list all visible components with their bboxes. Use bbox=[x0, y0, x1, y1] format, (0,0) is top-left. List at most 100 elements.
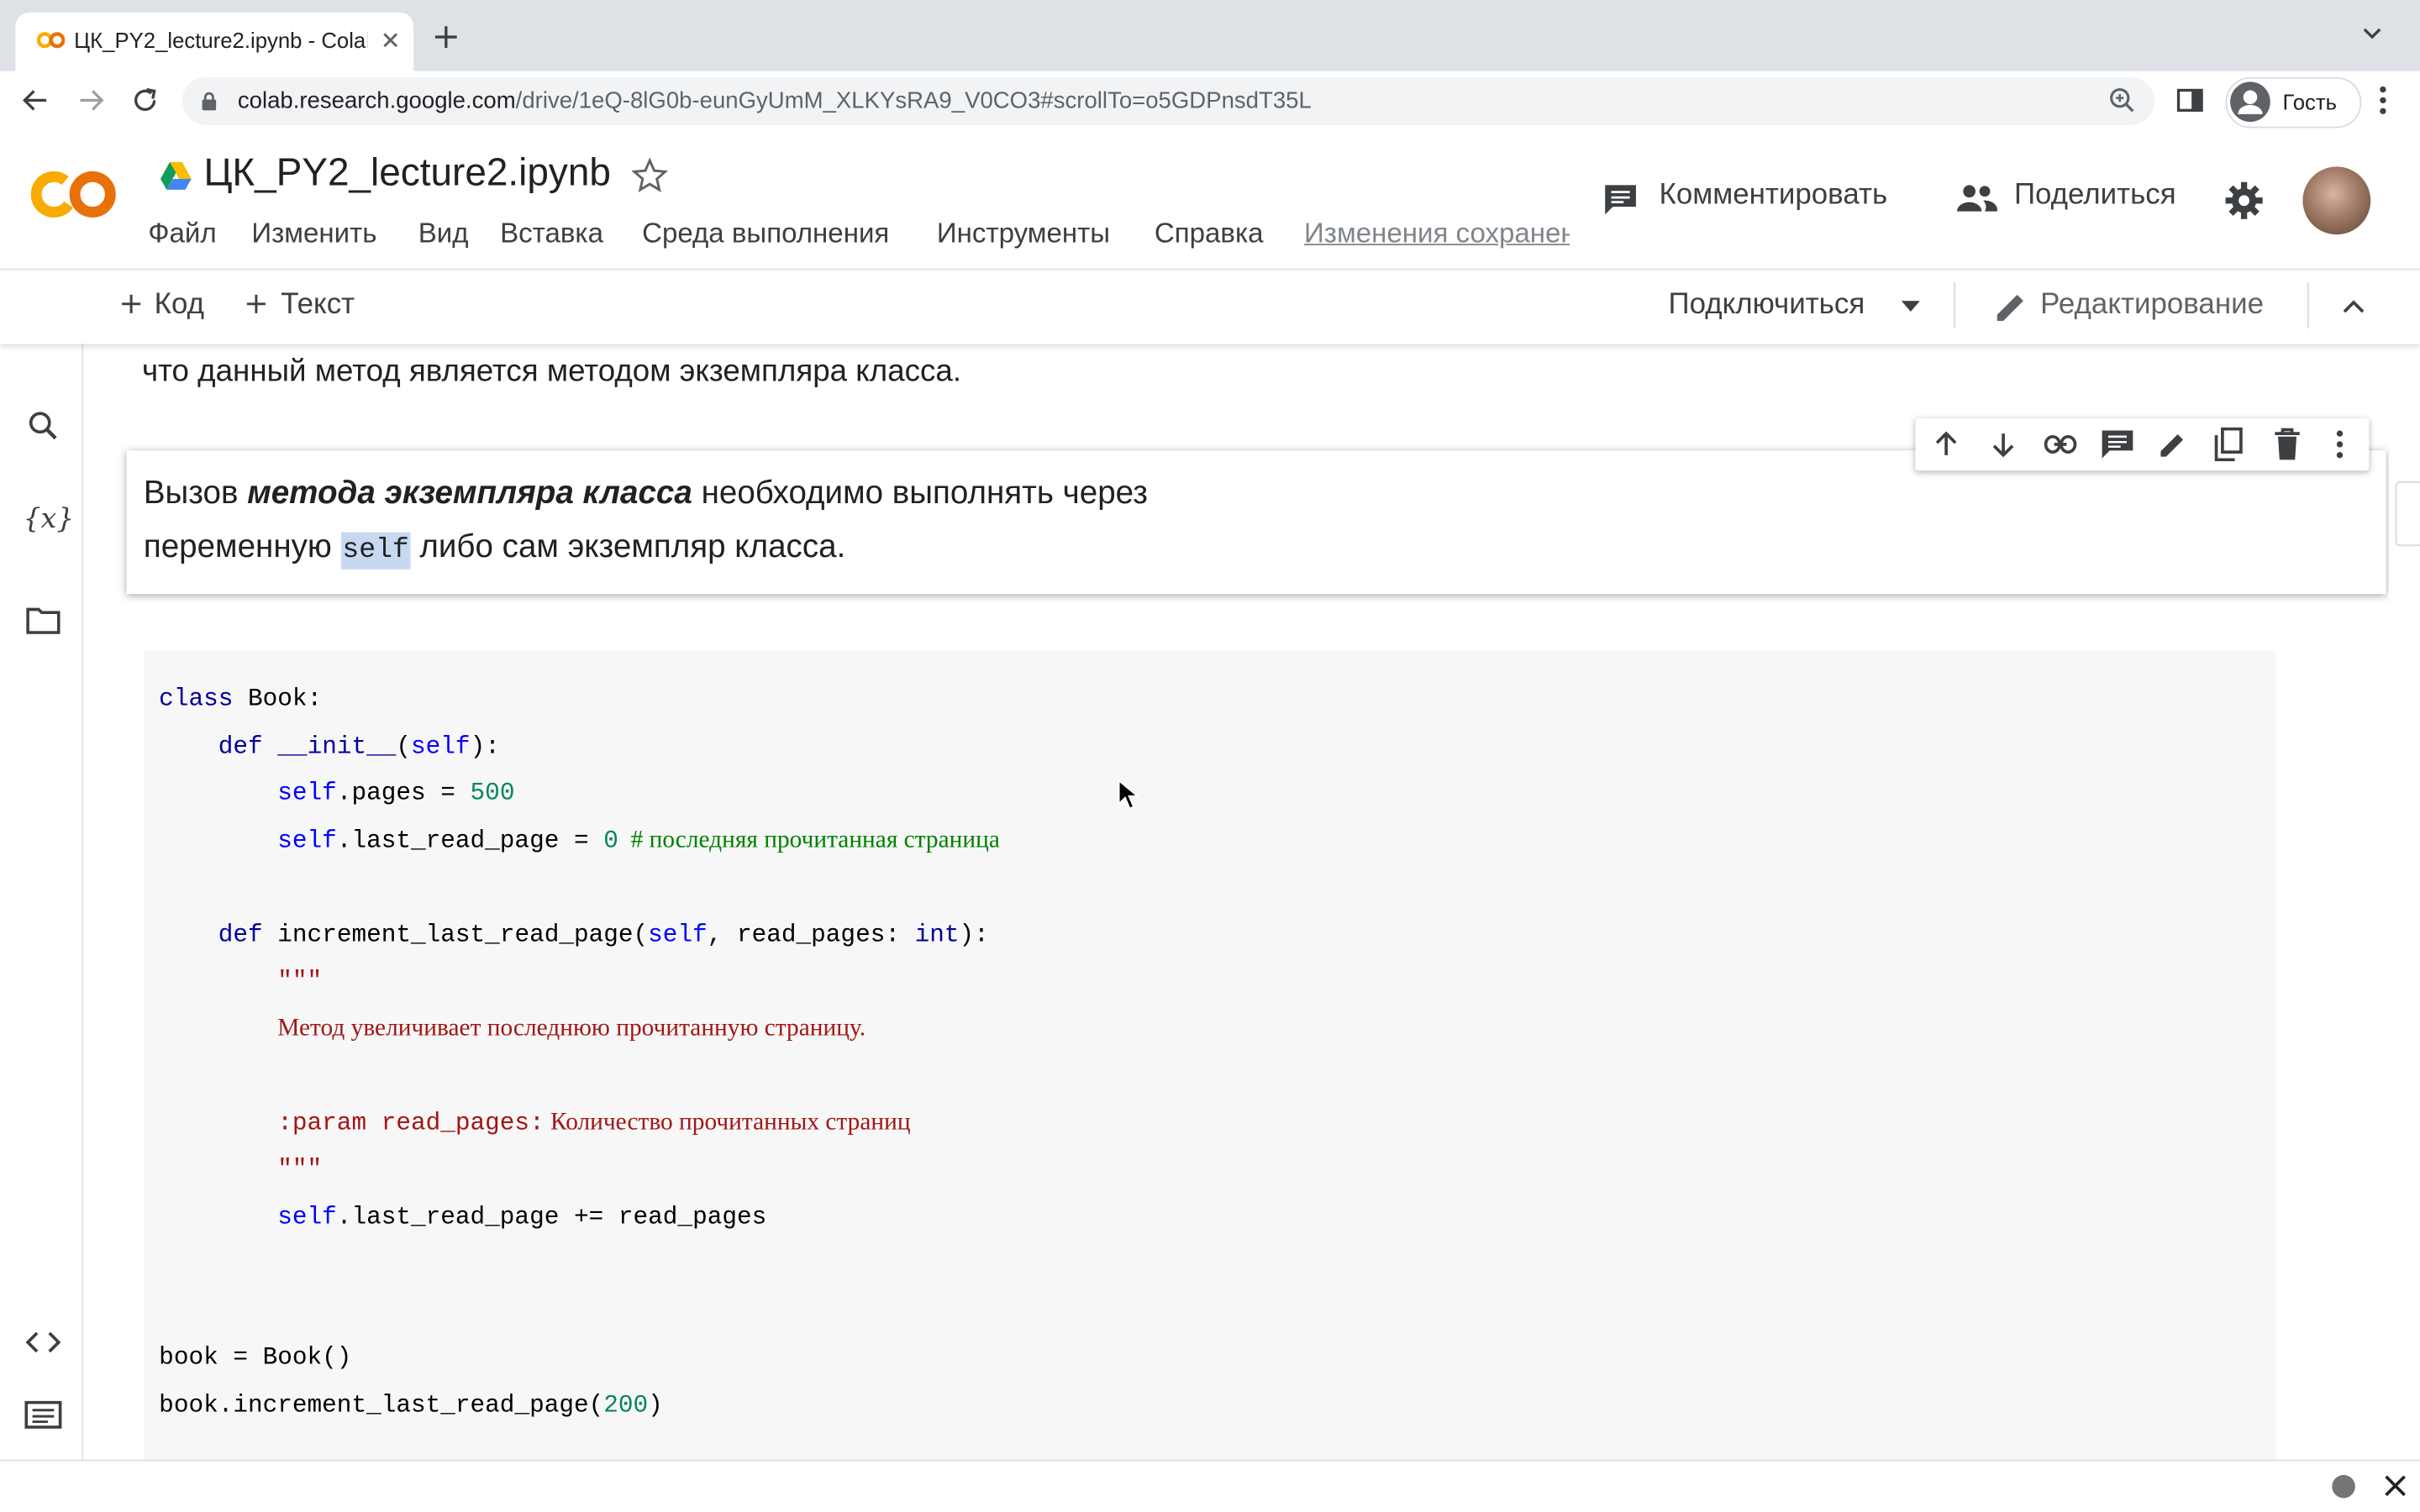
notebook-toolbar: Код Текст Подключиться Редактирование bbox=[0, 268, 2420, 344]
colab-logo[interactable] bbox=[30, 166, 118, 222]
move-cell-up-icon[interactable] bbox=[1931, 429, 1962, 460]
close-status-icon[interactable] bbox=[2385, 1475, 2407, 1497]
address-bar[interactable]: colab.research.google.com/drive/1eQ-8lG0… bbox=[182, 76, 2155, 125]
add-text-button[interactable]: Текст bbox=[281, 288, 355, 322]
left-sidebar: {x} bbox=[0, 268, 84, 1460]
connect-button[interactable]: Подключиться bbox=[1669, 288, 1865, 322]
code-line: book = Book() bbox=[159, 1344, 351, 1372]
code-line: class Book: bbox=[159, 685, 322, 713]
settings-gear-icon[interactable] bbox=[2224, 181, 2265, 221]
user-avatar[interactable] bbox=[2302, 166, 2371, 235]
code-token: self bbox=[277, 827, 337, 855]
scrollbar-thumb[interactable] bbox=[2395, 481, 2420, 547]
code-token: ): bbox=[959, 921, 989, 949]
profile-avatar-icon bbox=[2230, 81, 2270, 123]
mouse-cursor-icon bbox=[1118, 779, 1139, 811]
text-span: переменную bbox=[143, 529, 341, 565]
connect-dropdown-icon[interactable] bbox=[1901, 301, 1920, 312]
add-code-plus-icon bbox=[120, 293, 142, 315]
url-path: /drive/1eQ-8lG0b-eunGyUmM_XLKYsRA9_V0CO3… bbox=[515, 87, 1312, 114]
editing-mode-button[interactable]: Редактирование bbox=[2040, 288, 2264, 322]
lock-icon bbox=[201, 91, 218, 111]
code-token: int bbox=[914, 921, 960, 949]
delete-trash-icon[interactable] bbox=[2274, 428, 2302, 461]
code-comment: # последняя прочитанная страница bbox=[618, 827, 1000, 853]
tab-close-icon[interactable] bbox=[380, 29, 402, 51]
text-cell-line-1: Вызов метода экземпляра класса необходим… bbox=[144, 475, 1148, 512]
edit-pencil-icon[interactable] bbox=[2158, 429, 2189, 460]
search-icon[interactable] bbox=[28, 411, 59, 442]
menu-insert[interactable]: Вставка bbox=[500, 218, 603, 250]
code-cell[interactable]: class Book: def __init__(self): self.pag… bbox=[143, 651, 2277, 1460]
google-drive-icon[interactable] bbox=[159, 160, 192, 192]
code-token: self bbox=[648, 921, 708, 949]
menu-runtime[interactable]: Среда выполнения bbox=[642, 218, 889, 250]
add-comment-icon[interactable] bbox=[2101, 429, 2134, 460]
url-host: colab.research.google.com bbox=[237, 87, 516, 114]
move-cell-down-icon[interactable] bbox=[1988, 429, 2019, 460]
share-button[interactable]: Поделиться bbox=[2014, 179, 2176, 213]
menu-help[interactable]: Справка bbox=[1155, 218, 1264, 250]
add-text-plus-icon bbox=[245, 293, 267, 315]
code-token: 200 bbox=[603, 1391, 649, 1420]
code-line: def increment_last_read_page(self, read_… bbox=[159, 921, 989, 949]
command-palette-icon[interactable] bbox=[24, 1400, 62, 1429]
forward-icon[interactable] bbox=[77, 87, 105, 114]
reload-icon[interactable] bbox=[131, 87, 159, 114]
notebook-title[interactable]: ЦК_PY2_lecture2.ipynb bbox=[203, 151, 610, 196]
code-line: :param read_pages: Количество прочитанны… bbox=[159, 1110, 910, 1137]
browser-tab[interactable]: ЦК_PY2_lecture2.ipynb - Colab bbox=[15, 12, 414, 71]
menu-view[interactable]: Вид bbox=[418, 218, 469, 250]
code-token: self bbox=[411, 732, 471, 761]
variables-icon[interactable]: {x} bbox=[24, 503, 75, 536]
code-token: def bbox=[218, 732, 263, 761]
code-token: ( bbox=[396, 732, 412, 761]
inline-code-self: self bbox=[340, 532, 411, 570]
code-token: , read_pages: bbox=[707, 921, 915, 949]
code-token: ): bbox=[470, 732, 500, 761]
code-token: .pages = bbox=[336, 779, 471, 807]
code-line: Метод увеличивает последнюю прочитанную … bbox=[159, 1016, 865, 1043]
comment-button[interactable]: Комментировать bbox=[1659, 179, 1887, 213]
notebook-content: что данный метод является методом экземп… bbox=[83, 342, 2390, 1460]
docstring-param: :param read_pages: bbox=[277, 1109, 544, 1137]
back-icon[interactable] bbox=[22, 87, 50, 114]
docstring-quotes: """ bbox=[277, 1155, 323, 1184]
code-token: increment_last_read_page( bbox=[262, 921, 649, 949]
add-code-button[interactable]: Код bbox=[155, 288, 204, 322]
text-span: Вызов bbox=[143, 475, 248, 511]
menu-file[interactable]: Файл bbox=[148, 218, 216, 250]
files-folder-icon[interactable] bbox=[26, 606, 60, 634]
docstring-text: Количество прочитанных страниц bbox=[544, 1109, 911, 1136]
code-token: Book: bbox=[233, 685, 323, 713]
tab-search-chevron-icon[interactable] bbox=[2361, 26, 2383, 41]
code-token: self bbox=[277, 1203, 337, 1231]
zoom-icon[interactable] bbox=[2108, 87, 2136, 114]
text-cell-selected[interactable]: Вызов метода экземпляра класса необходим… bbox=[126, 450, 2386, 595]
mirror-cell-icon[interactable] bbox=[2213, 427, 2244, 462]
star-icon[interactable] bbox=[631, 157, 669, 194]
code-token: 0 bbox=[603, 827, 618, 855]
code-token: book = Book() bbox=[159, 1343, 352, 1372]
code-snippets-icon[interactable] bbox=[24, 1330, 61, 1354]
previous-text-line: что данный метод является методом экземп… bbox=[141, 354, 962, 389]
collapse-header-chevron-icon[interactable] bbox=[2341, 297, 2365, 313]
code-line: """ bbox=[159, 1156, 322, 1184]
docstring-quotes: """ bbox=[277, 967, 323, 995]
more-options-icon[interactable] bbox=[2335, 429, 2344, 460]
comment-icon bbox=[1602, 182, 1639, 216]
menu-changes-saved[interactable]: Изменения сохранены bbox=[1304, 218, 1570, 250]
link-icon[interactable] bbox=[2044, 432, 2077, 456]
code-token: 500 bbox=[470, 779, 515, 807]
menu-edit[interactable]: Изменить bbox=[251, 218, 376, 250]
browser-menu-icon[interactable] bbox=[2378, 85, 2387, 116]
profile-button[interactable]: Гость bbox=[2225, 76, 2362, 129]
side-panel-icon[interactable] bbox=[2176, 88, 2204, 113]
text-cell-line-2: переменную self либо сам экземпляр класс… bbox=[143, 529, 845, 570]
code-line: self.pages = 500 bbox=[159, 780, 514, 807]
profile-label: Гость bbox=[2282, 89, 2338, 114]
new-tab-icon[interactable] bbox=[432, 24, 460, 51]
code-token: ) bbox=[648, 1391, 663, 1420]
text-span: необходимо выполнять через bbox=[692, 475, 1148, 511]
menu-tools[interactable]: Инструменты bbox=[937, 218, 1110, 250]
